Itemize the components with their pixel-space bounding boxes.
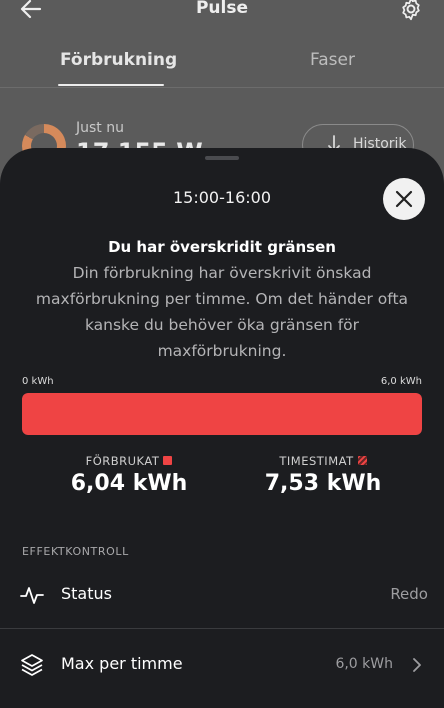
sheet-drag-handle[interactable] [205,156,239,160]
close-icon [395,190,413,208]
estimate-legend-swatch [357,456,367,465]
estimate-stat: TIMESTIMAT 7,53 kWh [233,454,413,496]
status-label: Status [61,584,112,603]
time-range: 15:00-16:00 [173,188,271,207]
tabs-divider [0,87,444,88]
consumption-bar-fill [22,393,422,435]
status-row[interactable]: Status Redo [0,564,444,626]
section-label: EFFEKTKONTROLL [22,545,129,558]
top-app-bar: Pulse [0,0,444,24]
close-button[interactable] [383,178,425,220]
tab-faser[interactable]: Faser [310,50,355,70]
consumption-bar [22,393,422,435]
used-label: FÖRBRUKAT [85,454,160,468]
alert-body: Din förbrukning har överskrivit önskad m… [35,264,409,360]
used-stat: FÖRBRUKAT 6,04 kWh [39,454,219,496]
activity-pulse-icon [20,587,44,604]
now-label: Just nu [76,120,124,136]
status-value: Redo [390,585,428,603]
used-value: 6,04 kWh [70,471,188,496]
estimate-label: TIMESTIMAT [279,454,354,468]
app-title: Pulse [195,0,249,18]
used-legend-swatch [163,456,173,465]
bar-min-label: 0 kWh [22,376,54,387]
tab-forbrukning[interactable]: Förbrukning [60,50,177,70]
layers-icon [21,654,43,676]
estimate-value: 7,53 kWh [264,471,382,496]
max-per-hour-row[interactable]: Max per timme 6,0 kWh [0,634,444,696]
tab-bar: Förbrukning Faser [0,44,444,86]
bottom-sheet: 15:00-16:00 Du har överskridit gränsen D… [0,148,444,708]
max-per-hour-label: Max per timme [61,654,183,673]
row-divider [0,628,444,629]
max-per-hour-value: 6,0 kWh [335,656,393,672]
chevron-right-icon [413,658,421,672]
gear-icon[interactable] [398,0,424,22]
bar-max-label: 6,0 kWh [380,376,422,387]
active-tab-indicator [58,84,164,86]
alert-title: Du har överskridit gränsen [108,238,336,256]
